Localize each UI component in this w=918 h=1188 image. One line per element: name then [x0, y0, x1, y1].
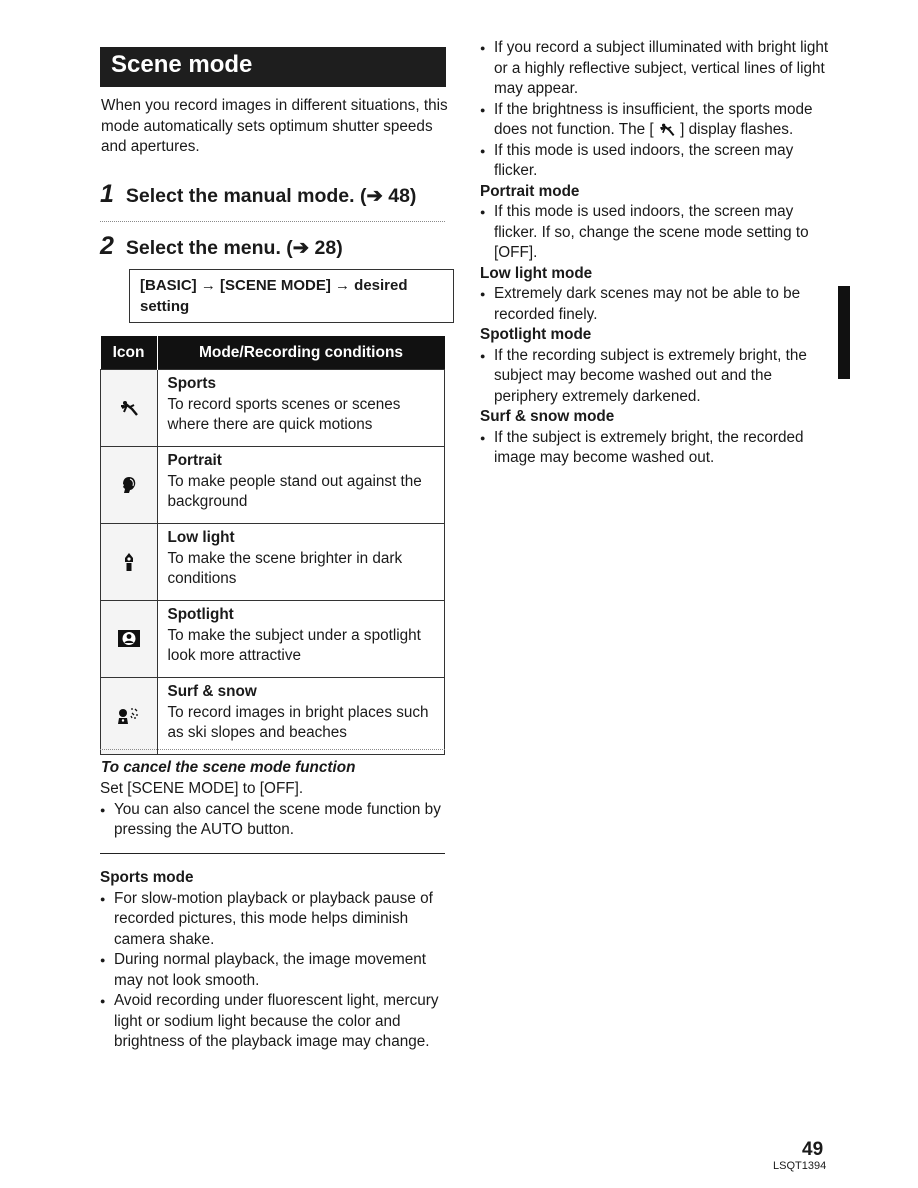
table-row: Portrait To make people stand out agains…	[100, 446, 445, 524]
table-row: Sports To record sports scenes or scenes…	[100, 369, 445, 447]
mode-name: Surf & snow	[167, 683, 257, 700]
step-text: Select the manual mode. (➔ 48)	[125, 185, 417, 207]
note-bullet: During normal playback, the image moveme…	[100, 950, 450, 991]
document-code: LSQT1394	[773, 1160, 827, 1172]
header-mode: Mode/Recording conditions	[157, 336, 445, 370]
notes-right-column: If you record a subject illuminated with…	[480, 38, 830, 469]
section-title-bar: Scene mode	[100, 47, 446, 87]
portrait-icon	[122, 476, 135, 493]
mode-desc-text: To make people stand out against the bac…	[167, 472, 422, 511]
note-bullet: If the subject is extremely bright, the …	[480, 428, 830, 469]
mode-description: Sports To record sports scenes or scenes…	[156, 369, 445, 447]
divider	[100, 749, 445, 750]
mode-description: Portrait To make people stand out agains…	[156, 446, 445, 524]
menu-path-box: [BASIC] → [SCENE MODE] → desired setting	[129, 269, 454, 323]
table-header-row: Icon Mode/Recording conditions	[100, 336, 445, 370]
cancel-text: Set [SCENE MODE] to [OFF].	[100, 780, 304, 797]
note-bullet: Extremely dark scenes may not be able to…	[480, 284, 830, 325]
step-1: 1 Select the manual mode. (➔ 48)	[100, 180, 416, 209]
icon-cell	[100, 446, 158, 524]
mode-description: Spotlight To make the subject under a sp…	[156, 600, 445, 678]
sports-icon	[660, 123, 675, 136]
icon-cell	[100, 677, 158, 755]
step-2: 2 Select the menu. (➔ 28)	[100, 232, 343, 261]
mode-name: Portrait	[167, 452, 222, 469]
surf-snow-icon	[117, 708, 138, 724]
icon-cell	[100, 523, 158, 601]
page-number: 49	[802, 1139, 824, 1160]
flash-text-after: ] display flashes.	[680, 121, 794, 138]
low-light-icon	[124, 552, 133, 571]
table-row: Spotlight To make the subject under a sp…	[100, 600, 445, 678]
mode-desc-text: To record sports scenes or scenes where …	[167, 395, 401, 434]
low-light-mode-heading: Low light mode	[480, 264, 593, 282]
note-bullet: If you record a subject illuminated with…	[480, 38, 830, 100]
spotlight-mode-heading: Spotlight mode	[480, 326, 592, 343]
icon-cell	[100, 369, 158, 447]
mode-desc-text: To record images in bright places such a…	[167, 703, 429, 742]
sports-icon	[120, 400, 138, 416]
icon-cell	[100, 600, 158, 678]
mode-description: Surf & snow To record images in bright p…	[156, 677, 445, 755]
mode-name: Spotlight	[167, 606, 234, 623]
note-bullet: If this mode is used indoors, the screen…	[480, 202, 830, 264]
sports-mode-notes: Sports mode For slow-motion playback or …	[100, 868, 450, 1053]
cancel-bullet: You can also cancel the scene mode funct…	[100, 800, 450, 841]
mode-name: Sports	[167, 375, 216, 392]
step-number: 1	[100, 180, 114, 208]
step-number: 2	[100, 232, 114, 260]
sports-mode-heading: Sports mode	[100, 869, 194, 886]
chapter-tab-marker	[838, 286, 850, 379]
step-text: Select the menu. (➔ 28)	[125, 237, 343, 259]
cancel-heading: To cancel the scene mode function	[101, 759, 356, 776]
divider	[100, 221, 445, 222]
table-row: Low light To make the scene brighter in …	[100, 523, 445, 601]
surf-snow-mode-heading: Surf & snow mode	[480, 408, 615, 425]
note-bullet-flash: If the brightness is insufficient, the s…	[480, 100, 830, 141]
mode-desc-text: To make the subject under a spotlight lo…	[167, 626, 421, 665]
mode-desc-text: To make the scene brighter in dark condi…	[167, 549, 403, 588]
table-row: Surf & snow To record images in bright p…	[100, 677, 445, 755]
mode-name: Low light	[167, 529, 235, 546]
intro-text: When you record images in different situ…	[101, 97, 448, 155]
spotlight-icon	[117, 630, 140, 648]
cancel-section: Set [SCENE MODE] to [OFF]. You can also …	[100, 779, 450, 841]
scene-mode-table: Icon Mode/Recording conditions Sports To…	[100, 336, 445, 755]
page-title: Scene mode	[111, 51, 253, 78]
note-bullet: For slow-motion playback or playback pau…	[100, 889, 450, 951]
portrait-mode-heading: Portrait mode	[480, 182, 580, 200]
note-bullet: If the recording subject is extremely br…	[480, 346, 830, 408]
divider	[100, 853, 445, 854]
header-icon: Icon	[100, 336, 158, 370]
note-bullet: If this mode is used indoors, the screen…	[480, 141, 830, 182]
mode-description: Low light To make the scene brighter in …	[156, 523, 445, 601]
note-bullet: Avoid recording under fluorescent light,…	[100, 991, 450, 1053]
